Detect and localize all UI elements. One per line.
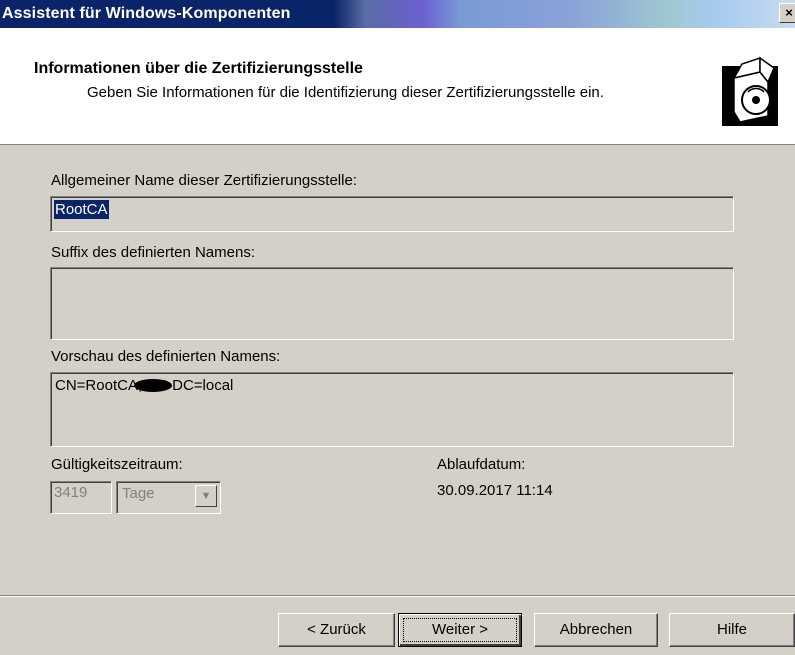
cancel-button[interactable]: Abbrechen [534,613,658,647]
common-name-field[interactable]: RootCA [50,196,734,232]
validity-unit-value: Tage [122,485,155,502]
expiry-label: Ablaufdatum: [437,456,526,473]
wizard-header: Informationen über die Zertifizierungsst… [0,28,795,145]
preview-label: Vorschau des definierten Namens: [51,348,281,365]
window-title: Assistent für Windows-Komponenten [2,5,291,22]
common-name-value: RootCA [54,200,109,219]
help-button[interactable]: Hilfe [669,613,795,647]
footer-divider [0,595,795,597]
validity-unit-select[interactable]: Tage ▼ [116,481,221,514]
title-bar[interactable]: Assistent für Windows-Komponenten × [0,0,795,28]
header-title: Informationen über die Zertifizierungsst… [34,60,363,77]
header-subtitle: Geben Sie Informationen für die Identifi… [87,84,604,101]
focus-rect [403,618,517,642]
redaction-mark [134,379,172,392]
validity-period-input[interactable]: 3419 [50,481,112,514]
close-button[interactable]: × [779,3,795,23]
suffix-field[interactable] [50,267,734,340]
expiry-value: 30.09.2017 11:14 [437,482,553,499]
back-button[interactable]: < Zurück [278,613,395,647]
suffix-label: Suffix des definierten Namens: [51,244,256,261]
validity-period-value: 3419 [54,484,88,501]
next-button[interactable]: Weiter > [398,613,522,647]
common-name-label: Allgemeiner Name dieser Zertifizierungss… [51,172,357,189]
software-box-cd-icon [722,56,778,126]
chevron-down-icon[interactable]: ▼ [195,485,217,507]
validity-label: Gültigkeitszeitraum: [51,456,183,473]
